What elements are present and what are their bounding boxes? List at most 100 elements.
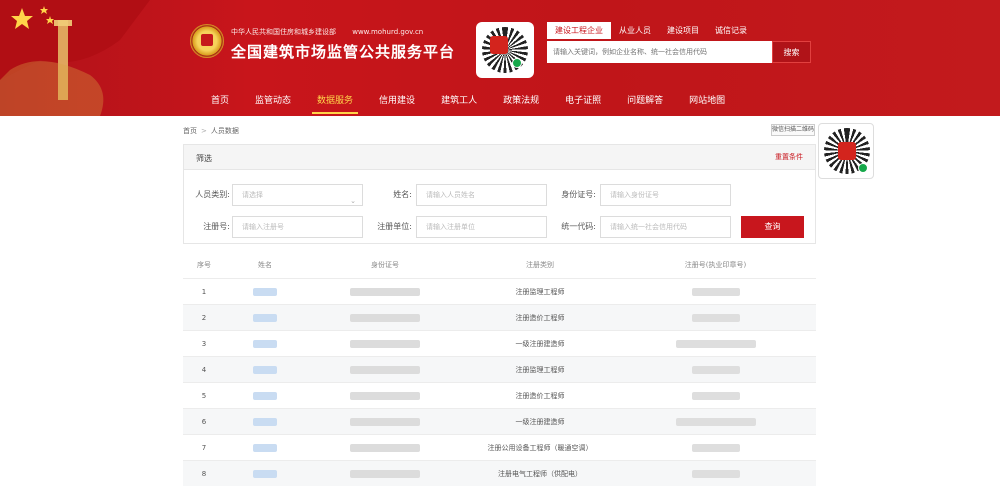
row-index: 5 bbox=[201, 391, 207, 400]
nav-news[interactable]: 监管动态 bbox=[242, 88, 304, 116]
main-nav: 首页 监管动态 数据服务 信用建设 建筑工人 政策法规 电子证照 问题解答 网站… bbox=[0, 88, 1000, 116]
national-emblem-icon bbox=[190, 24, 224, 58]
search-button[interactable]: 搜索 bbox=[772, 41, 811, 63]
row-category: 注册造价工程师 bbox=[515, 313, 565, 322]
credit-code-label: 统一代码: bbox=[561, 222, 596, 231]
masked-name[interactable] bbox=[253, 469, 277, 478]
side-qr-label[interactable]: 微信扫描二维码 bbox=[771, 124, 815, 136]
person-type-value: 请选择 bbox=[242, 191, 263, 199]
filter-row-2: 注册号: 请输入注册号 注册单位: 请输入注册单位 统一代码: 请输入统一社会信… bbox=[184, 216, 817, 238]
results-table: 序号 姓名 身份证号 注册类别 注册号(执业印章号) 1 注册监理工程师 2 注… bbox=[183, 252, 816, 486]
masked-name[interactable] bbox=[253, 365, 277, 374]
site-title: 全国建筑市场监管公共服务平台 bbox=[231, 43, 456, 61]
wechat-badge-icon bbox=[512, 58, 522, 68]
query-button[interactable]: 查询 bbox=[741, 216, 804, 238]
credit-code-input[interactable]: 请输入统一社会信用代码 bbox=[600, 216, 731, 238]
filter-title: 筛选 bbox=[196, 154, 212, 163]
filter-row-1: 人员类别: 请选择 ⌄ 姓名: 请输入人员姓名 身份证号: 请输入身份证号 bbox=[184, 184, 817, 206]
breadcrumb: 首页 > 人员数据 bbox=[183, 126, 239, 136]
nav-workers[interactable]: 建筑工人 bbox=[428, 88, 490, 116]
reg-unit-input[interactable]: 请输入注册单位 bbox=[416, 216, 547, 238]
masked-cert-number bbox=[691, 313, 740, 322]
filter-panel-header: 筛选 重置条件 bbox=[184, 145, 815, 170]
search-area: 建设工程企业 从业人员 建设项目 诚信记录 搜索 bbox=[547, 22, 811, 63]
nav-data-service[interactable]: 数据服务 bbox=[304, 88, 366, 116]
table-row[interactable]: 3 一级注册建造师 bbox=[183, 330, 816, 356]
table-row[interactable]: 5 注册造价工程师 bbox=[183, 382, 816, 408]
person-type-label: 人员类别: bbox=[195, 190, 230, 199]
table-row[interactable]: 6 一级注册建造师 bbox=[183, 408, 816, 434]
qr-logo-icon bbox=[838, 142, 856, 160]
name-input[interactable]: 请输入人员姓名 bbox=[416, 184, 547, 206]
nav-policy[interactable]: 政策法规 bbox=[490, 88, 552, 116]
col-header-category: 注册类别 bbox=[526, 261, 554, 269]
masked-id-number bbox=[350, 391, 420, 400]
nav-sitemap[interactable]: 网站地图 bbox=[676, 88, 738, 116]
nav-faq[interactable]: 问题解答 bbox=[614, 88, 676, 116]
masked-name[interactable] bbox=[253, 287, 277, 296]
search-tab-personnel[interactable]: 从业人员 bbox=[611, 22, 659, 39]
name-label: 姓名: bbox=[393, 190, 412, 199]
col-header-name: 姓名 bbox=[258, 261, 272, 269]
id-number-label: 身份证号: bbox=[561, 190, 596, 199]
masked-id-number bbox=[350, 287, 420, 296]
masked-id-number bbox=[350, 313, 420, 322]
masked-id-number bbox=[350, 469, 420, 478]
breadcrumb-home[interactable]: 首页 bbox=[183, 127, 197, 135]
search-input[interactable] bbox=[547, 41, 772, 63]
col-header-index: 序号 bbox=[197, 261, 211, 269]
search-tab-credit[interactable]: 诚信记录 bbox=[707, 22, 755, 39]
cert-number-input[interactable]: 请输入注册号 bbox=[232, 216, 363, 238]
row-category: 一级注册建造师 bbox=[515, 417, 565, 426]
row-category: 一级注册建造师 bbox=[515, 339, 565, 348]
row-index: 4 bbox=[201, 365, 207, 374]
search-tab-enterprise[interactable]: 建设工程企业 bbox=[547, 22, 611, 39]
masked-name[interactable] bbox=[253, 417, 277, 426]
masked-id-number bbox=[350, 417, 420, 426]
masked-name[interactable] bbox=[253, 339, 277, 348]
masked-cert-number bbox=[691, 391, 740, 400]
masked-name[interactable] bbox=[253, 391, 277, 400]
masked-name[interactable] bbox=[253, 313, 277, 322]
row-category: 注册电气工程师（供配电） bbox=[498, 469, 582, 478]
row-category: 注册公用设备工程师（暖通空调） bbox=[487, 443, 593, 452]
header-qr-code bbox=[476, 22, 534, 78]
masked-cert-number bbox=[675, 339, 756, 348]
row-index: 1 bbox=[201, 287, 207, 296]
search-tabs: 建设工程企业 从业人员 建设项目 诚信记录 bbox=[547, 22, 811, 39]
masked-cert-number bbox=[675, 417, 756, 426]
row-index: 7 bbox=[201, 443, 207, 452]
qr-logo-icon bbox=[490, 36, 508, 54]
table-row[interactable]: 2 注册造价工程师 bbox=[183, 304, 816, 330]
row-index: 6 bbox=[201, 417, 207, 426]
search-box: 搜索 bbox=[547, 41, 811, 63]
search-tab-project[interactable]: 建设项目 bbox=[659, 22, 707, 39]
masked-id-number bbox=[350, 365, 420, 374]
table-row[interactable]: 7 注册公用设备工程师（暖通空调） bbox=[183, 434, 816, 460]
person-type-select[interactable]: 请选择 ⌄ bbox=[232, 184, 363, 206]
breadcrumb-current: 人员数据 bbox=[210, 127, 239, 135]
site-header: 中华人民共和国住房和城乡建设部 www.mohurd.gov.cn 全国建筑市场… bbox=[0, 0, 1000, 116]
row-category: 注册监理工程师 bbox=[515, 365, 565, 374]
masked-cert-number bbox=[691, 443, 740, 452]
wechat-badge-icon bbox=[858, 163, 868, 173]
col-header-id: 身份证号 bbox=[371, 261, 399, 269]
masked-cert-number bbox=[691, 365, 740, 374]
reset-filters-link[interactable]: 重置条件 bbox=[775, 152, 803, 162]
filter-panel: 筛选 重置条件 人员类别: 请选择 ⌄ 姓名: 请输入人员姓名 身份证号: 请输… bbox=[183, 144, 816, 244]
masked-name[interactable] bbox=[253, 443, 277, 452]
masked-id-number bbox=[350, 339, 420, 348]
ministry-name: 中华人民共和国住房和城乡建设部 bbox=[231, 28, 336, 36]
table-row[interactable]: 1 注册监理工程师 bbox=[183, 278, 816, 304]
nav-e-cert[interactable]: 电子证照 bbox=[552, 88, 614, 116]
row-index: 3 bbox=[201, 339, 207, 348]
ministry-url[interactable]: www.mohurd.gov.cn bbox=[352, 28, 423, 36]
cert-number-label: 注册号: bbox=[203, 222, 230, 231]
nav-home[interactable]: 首页 bbox=[198, 88, 242, 116]
nav-credit[interactable]: 信用建设 bbox=[366, 88, 428, 116]
id-number-input[interactable]: 请输入身份证号 bbox=[600, 184, 731, 206]
masked-id-number bbox=[350, 443, 420, 452]
masked-cert-number bbox=[691, 287, 740, 296]
table-row[interactable]: 8 注册电气工程师（供配电） bbox=[183, 460, 816, 486]
table-row[interactable]: 4 注册监理工程师 bbox=[183, 356, 816, 382]
